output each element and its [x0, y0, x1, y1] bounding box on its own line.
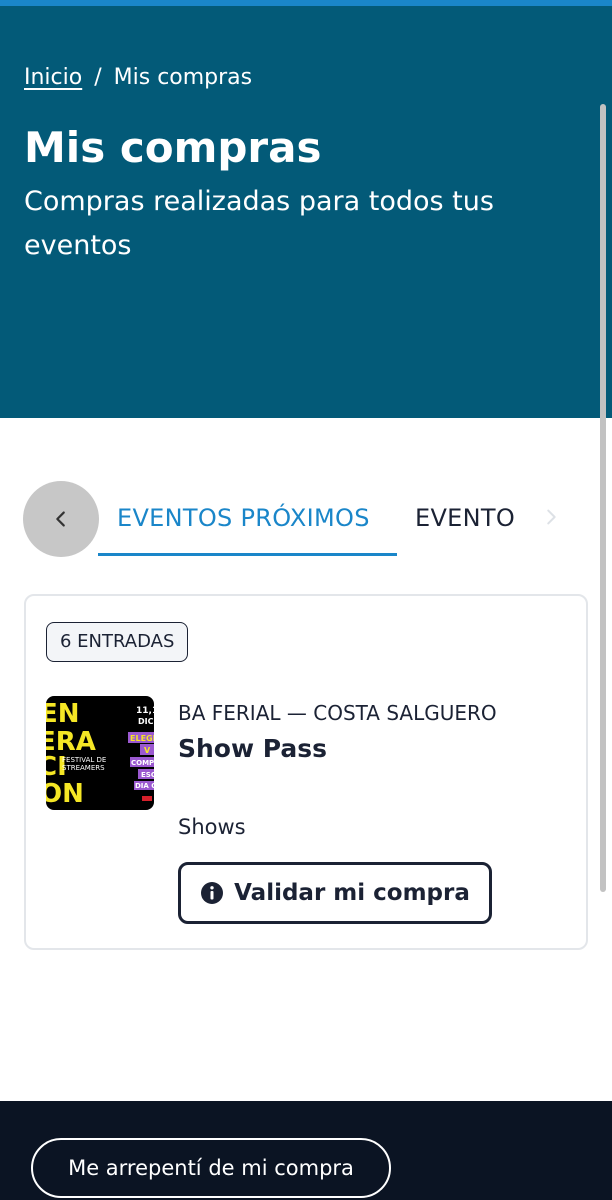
breadcrumb: Inicio / Mis compras [24, 63, 252, 93]
event-name[interactable]: Show Pass [178, 732, 327, 766]
page-subtitle: Compras realizadas para todos tus evento… [24, 186, 494, 261]
regret-purchase-button[interactable]: Me arrepentí de mi compra [31, 1138, 391, 1198]
event-venue: BA FERIAL — COSTA SALGUERO [178, 701, 497, 725]
chevron-left-icon [56, 511, 65, 527]
event-thumbnail[interactable]: EN ERA CI ON FESTIVAL DE STREAMERS 11,1 … [46, 696, 154, 810]
svg-text:11,1: 11,1 [136, 706, 154, 716]
svg-text:ESC: ESC [141, 771, 154, 779]
tabs-prev-button[interactable] [23, 481, 99, 557]
svg-text:V: V [144, 746, 151, 755]
page-header: Inicio / Mis compras Mis compras Compras… [0, 6, 612, 418]
svg-text:EN: EN [46, 699, 80, 729]
chevron-right-icon[interactable] [540, 506, 562, 528]
validate-purchase-button[interactable]: Validar mi compra [178, 862, 492, 924]
info-icon [201, 882, 224, 904]
tickets-count-badge: 6 ENTRADAS [46, 622, 189, 662]
validate-purchase-label: Validar mi compra [234, 880, 470, 906]
event-category: Shows [178, 815, 246, 839]
events-tabs: EVENTOS PRÓXIMOS EVENTOS PASADOS [0, 470, 612, 560]
page-footer: Me arrepentí de mi compra [0, 1101, 612, 1200]
breadcrumb-current: Mis compras [113, 65, 253, 90]
tab-past-events[interactable]: EVENTOS PASADOS [415, 500, 515, 536]
active-tab-indicator [98, 553, 397, 556]
tab-upcoming-events[interactable]: EVENTOS PRÓXIMOS [117, 500, 370, 536]
breadcrumb-separator: / [94, 65, 102, 90]
svg-text:STREAMERS: STREAMERS [62, 764, 105, 772]
svg-text:FESTIVAL DE: FESTIVAL DE [62, 756, 106, 764]
svg-text:ON: ON [46, 779, 84, 809]
svg-text:COMPR: COMPR [131, 759, 154, 767]
page-title: Mis compras [24, 123, 322, 172]
svg-text:DIC: DIC [138, 717, 154, 726]
svg-text:ELEGI: ELEGI [130, 734, 154, 743]
purchase-card: 6 ENTRADAS EN ERA CI ON FESTIVAL DE STRE… [24, 594, 588, 950]
svg-text:DIA O: DIA O [135, 782, 154, 790]
breadcrumb-home-link[interactable]: Inicio [24, 63, 82, 93]
